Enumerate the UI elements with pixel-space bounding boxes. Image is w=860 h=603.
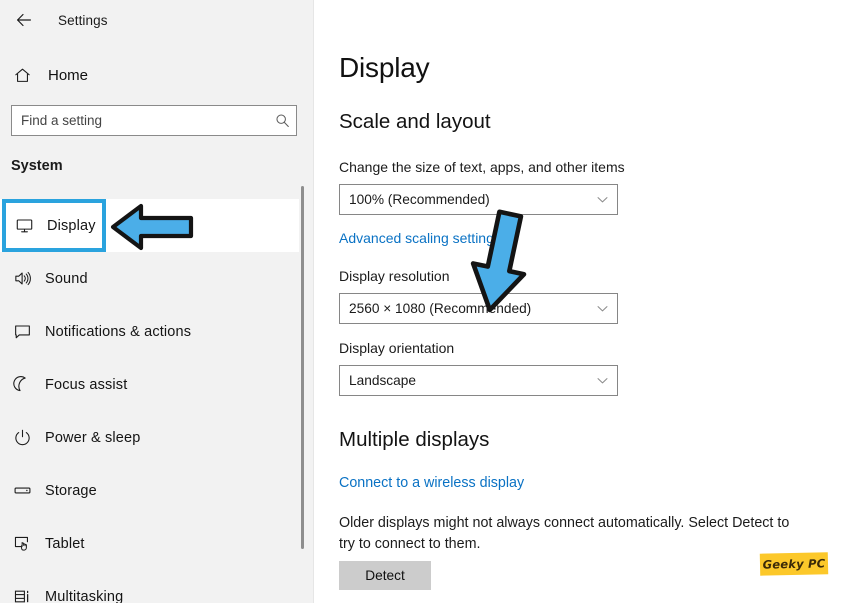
search-input[interactable] <box>12 106 268 135</box>
sidebar-item-storage[interactable]: Storage <box>0 464 299 517</box>
multiple-displays-description: Older displays might not always connect … <box>339 515 790 552</box>
page-title: Display <box>339 52 430 83</box>
settings-window: Settings Home System <box>0 0 860 603</box>
chevron-down-icon <box>587 193 617 206</box>
main-content: Display Scale and layout Change the size… <box>314 0 860 603</box>
home-icon <box>0 66 44 85</box>
search-box[interactable] <box>11 105 297 136</box>
sidebar-nav-list: Display Sound Notifications & actions Fo… <box>0 199 299 603</box>
scale-field-label: Change the size of text, apps, and other… <box>339 159 625 175</box>
sidebar-item-label: Notifications & actions <box>45 323 192 340</box>
search-icon <box>268 113 296 128</box>
orientation-dropdown[interactable]: Landscape <box>339 365 618 396</box>
moon-icon <box>0 375 44 394</box>
sidebar-item-label: Storage <box>45 482 97 499</box>
connect-wireless-display-link[interactable]: Connect to a wireless display <box>339 475 524 491</box>
speaker-icon <box>0 269 44 288</box>
sidebar: Settings Home System <box>0 0 313 603</box>
tablet-hand-icon <box>0 534 44 553</box>
sidebar-item-sound[interactable]: Sound <box>0 252 299 305</box>
sidebar-item-multitasking[interactable]: Multitasking <box>0 570 299 603</box>
title-bar: Settings <box>0 0 313 40</box>
sidebar-item-power-sleep[interactable]: Power & sleep <box>0 411 299 464</box>
sidebar-item-home[interactable]: Home <box>0 58 290 92</box>
scale-dropdown[interactable]: 100% (Recommended) <box>339 184 618 215</box>
sidebar-scrollbar[interactable] <box>300 186 305 549</box>
back-button[interactable] <box>2 4 46 36</box>
resolution-field-label: Display resolution <box>339 268 450 284</box>
orientation-field-label: Display orientation <box>339 340 455 356</box>
notification-bubble-icon <box>0 322 44 341</box>
sidebar-section-label: System <box>11 158 63 174</box>
sidebar-item-label: Focus assist <box>45 376 128 393</box>
power-icon <box>0 428 44 447</box>
sidebar-item-tablet[interactable]: Tablet <box>0 517 299 570</box>
watermark-text: Geeky PC <box>762 556 826 572</box>
home-label: Home <box>48 66 89 84</box>
sidebar-item-notifications[interactable]: Notifications & actions <box>0 305 299 358</box>
sidebar-item-display-highlighted[interactable]: Display <box>2 199 106 252</box>
monitor-icon <box>2 216 46 235</box>
advanced-scaling-settings-link[interactable]: Advanced scaling settings <box>339 230 501 246</box>
scale-and-layout-heading: Scale and layout <box>339 110 491 133</box>
chevron-down-icon <box>587 374 617 387</box>
sidebar-item-label: Display <box>47 217 96 234</box>
multitasking-icon <box>0 587 44 603</box>
sidebar-item-label: Power & sleep <box>45 429 141 446</box>
sidebar-scrollbar-thumb[interactable] <box>301 186 304 549</box>
sidebar-item-label: Sound <box>45 270 88 287</box>
scale-dropdown-value: 100% (Recommended) <box>349 192 490 207</box>
orientation-dropdown-value: Landscape <box>349 373 416 388</box>
drive-icon <box>0 481 44 500</box>
watermark: Geeky PC <box>759 552 829 576</box>
sidebar-item-label: Multitasking <box>45 588 124 603</box>
multiple-displays-heading: Multiple displays <box>339 428 490 451</box>
back-arrow-icon <box>17 13 31 27</box>
resolution-dropdown[interactable]: 2560 × 1080 (Recommended) <box>339 293 618 324</box>
sidebar-item-focus-assist[interactable]: Focus assist <box>0 358 299 411</box>
window-title: Settings <box>58 12 108 28</box>
detect-button[interactable]: Detect <box>339 561 431 590</box>
sidebar-item-label: Tablet <box>45 535 85 552</box>
chevron-down-icon <box>587 302 617 315</box>
resolution-dropdown-value: 2560 × 1080 (Recommended) <box>349 301 532 316</box>
